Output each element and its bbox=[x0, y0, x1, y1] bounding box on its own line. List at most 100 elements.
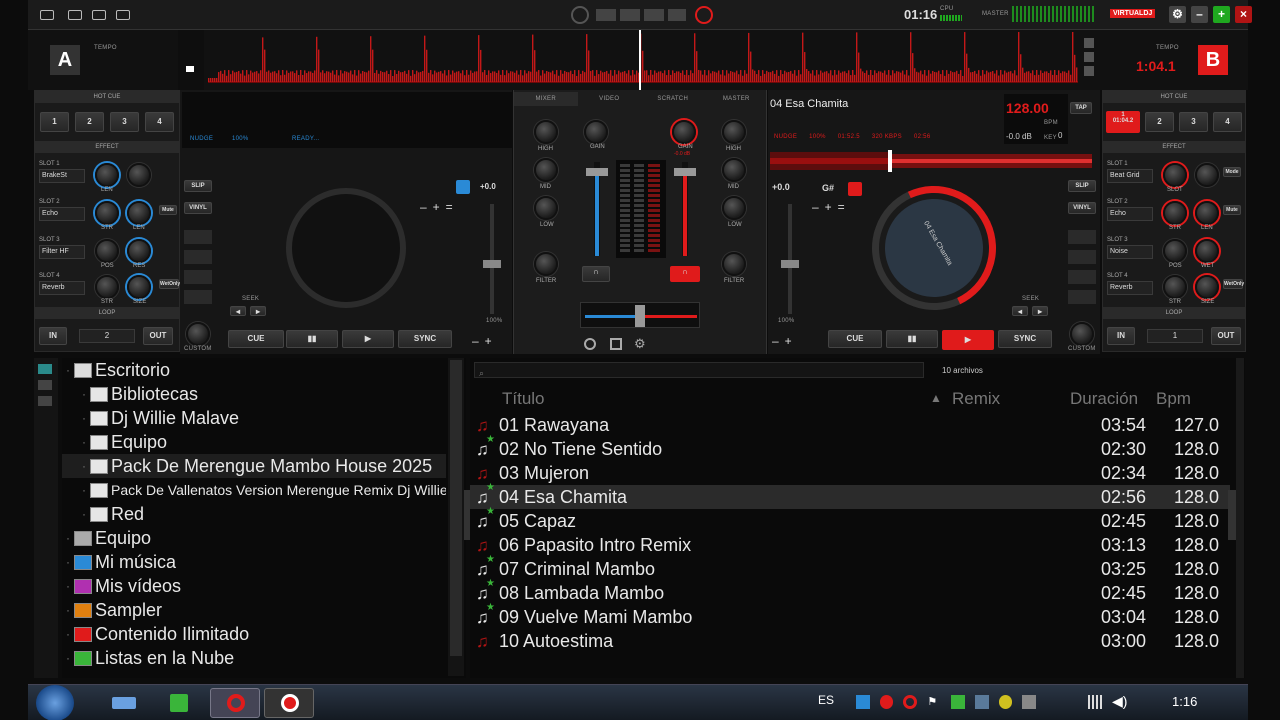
bluetooth-icon[interactable] bbox=[856, 695, 870, 709]
deck-b-hotcue-1-button[interactable]: 1 01:04.2 bbox=[1106, 111, 1140, 133]
minimize-icon[interactable]: – bbox=[1191, 6, 1208, 23]
seek-forward-button[interactable]: ▸ bbox=[250, 306, 266, 316]
mixer-grid-icon[interactable] bbox=[610, 338, 622, 350]
filter-a-knob[interactable] bbox=[534, 252, 558, 276]
taskbar-clock[interactable]: 1:16 bbox=[1172, 694, 1197, 709]
deck-b-hotcue-4-button[interactable]: 4 bbox=[1213, 112, 1242, 132]
deck-a-vinyl-button[interactable]: VINYL bbox=[184, 202, 212, 214]
hotcue-1-button[interactable]: 1 bbox=[40, 112, 69, 132]
folder-item[interactable]: · Red bbox=[62, 502, 446, 526]
deck-b-seek-forward-button[interactable]: ▸ bbox=[1032, 306, 1048, 316]
broadcast-icon[interactable] bbox=[40, 10, 54, 20]
close-icon[interactable]: × bbox=[1235, 6, 1252, 23]
tab-video[interactable]: VIDEO bbox=[578, 92, 642, 106]
taskbar-keyboard-app[interactable] bbox=[100, 688, 150, 718]
track-scrollbar[interactable] bbox=[1236, 358, 1244, 678]
deck-b-slot-3-knob-2[interactable] bbox=[1195, 239, 1219, 263]
slot-2-select[interactable]: Echo bbox=[39, 207, 85, 221]
deck-b-slip-button[interactable]: SLIP bbox=[1068, 180, 1096, 192]
deck-b-pause-button[interactable]: ▮▮ bbox=[886, 330, 938, 348]
deck-b-vinyl-button[interactable]: VINYL bbox=[1068, 202, 1096, 214]
mixer-settings-icon[interactable]: ⚙ bbox=[634, 336, 646, 352]
hotcue-2-button[interactable]: 2 bbox=[75, 112, 104, 132]
crossfader[interactable] bbox=[580, 302, 700, 328]
deck-b-play-button[interactable]: ▶ bbox=[942, 330, 994, 350]
taskbar-music-app[interactable] bbox=[154, 688, 204, 718]
folder-scrollbar[interactable] bbox=[448, 358, 464, 676]
eq-mid-a-knob[interactable] bbox=[534, 158, 558, 182]
power-icon[interactable] bbox=[695, 6, 713, 24]
deck-b-loop-in-button[interactable]: IN bbox=[1107, 327, 1135, 345]
track-row[interactable]: ♫ 01 Rawayana 03:54 127.0 bbox=[470, 413, 1230, 437]
folder-item[interactable]: · Escritorio bbox=[62, 358, 446, 382]
slot-2-knob-2[interactable] bbox=[127, 201, 151, 225]
deck-b-slot-4-select[interactable]: Reverb bbox=[1107, 281, 1153, 295]
record-tray-icon[interactable] bbox=[903, 695, 918, 709]
deck-a-pitch-buttons[interactable]: –+ bbox=[472, 334, 498, 348]
network-icon[interactable] bbox=[92, 10, 106, 20]
tab-mixer[interactable]: MIXER bbox=[514, 92, 578, 106]
signal-icon[interactable] bbox=[1088, 695, 1104, 709]
taskbar-recorder-app[interactable] bbox=[264, 688, 314, 718]
eq-low-a-knob[interactable] bbox=[534, 196, 558, 220]
deck-b-mini-waveform[interactable] bbox=[770, 148, 1096, 174]
deck-b-slot-1-knob[interactable] bbox=[1163, 163, 1187, 187]
flag-icon[interactable]: ⚑ bbox=[927, 695, 941, 709]
deck-b-slot-1-knob-2[interactable] bbox=[1195, 163, 1219, 187]
deck-b-pads[interactable] bbox=[1068, 230, 1096, 310]
volume-icon[interactable]: ◀) bbox=[1112, 693, 1127, 710]
track-row[interactable]: ♫ ★ 07 Criminal Mambo 03:25 128.0 bbox=[470, 554, 1230, 581]
slot-1-knob[interactable] bbox=[95, 163, 119, 187]
loop-out-button[interactable]: OUT bbox=[143, 327, 173, 345]
folder-item[interactable]: · Pack De Merengue Mambo House 2025 bbox=[62, 454, 446, 478]
slot-2-mute-button[interactable]: Mute bbox=[159, 205, 177, 215]
eq-mid-b-knob[interactable] bbox=[722, 158, 746, 182]
loop-in-button[interactable]: IN bbox=[39, 327, 67, 345]
deck-b-slot-4-knob-1[interactable] bbox=[1163, 275, 1187, 299]
slot-4-knob-1[interactable] bbox=[95, 275, 119, 299]
tap-button[interactable]: TAP bbox=[1070, 102, 1092, 114]
deck-a-cue-button[interactable]: CUE bbox=[228, 330, 284, 348]
deck-a-sync-button[interactable]: SYNC bbox=[398, 330, 452, 348]
deck-b-lock-icon[interactable] bbox=[848, 182, 862, 196]
usb-icon[interactable] bbox=[1022, 695, 1036, 709]
folder-item[interactable]: · Sampler bbox=[62, 598, 446, 622]
headphone-a-button[interactable]: ∩ bbox=[582, 266, 610, 282]
deck-b-slot-2-mute-button[interactable]: Mute bbox=[1223, 205, 1241, 215]
gain-a-knob[interactable] bbox=[584, 120, 608, 144]
track-row[interactable]: ♫ ★ 08 Lambada Mambo 02:45 128.0 bbox=[470, 578, 1230, 605]
slot-1-knob-2[interactable] bbox=[127, 163, 151, 187]
deck-b-loop-out-button[interactable]: OUT bbox=[1211, 327, 1241, 345]
deck-a-play-button[interactable]: ▶ bbox=[342, 330, 394, 348]
waveform-tools[interactable] bbox=[1084, 38, 1094, 84]
taskbar-virtualdj-app[interactable] bbox=[210, 688, 260, 718]
tab-scratch[interactable]: SCRATCH bbox=[641, 92, 705, 106]
folder-item[interactable]: · Dj Willie Malave bbox=[62, 406, 446, 430]
slot-3-knob-2[interactable] bbox=[127, 239, 151, 263]
deck-b-pitch-buttons[interactable]: –+ bbox=[772, 334, 798, 348]
deck-a-platter[interactable] bbox=[286, 188, 406, 308]
folder-item[interactable]: · Mis vídeos bbox=[62, 574, 446, 598]
slot-2-knob-1[interactable] bbox=[95, 201, 119, 225]
deck-b-platter[interactable]: 04 Esa Chamita bbox=[854, 168, 1014, 328]
gain-b-knob[interactable] bbox=[672, 120, 696, 144]
folder-item[interactable]: · Listas en la Nube bbox=[62, 646, 446, 670]
folder-item[interactable]: · Contenido Ilimitado bbox=[62, 622, 446, 646]
deck-b-custom-knob[interactable] bbox=[1070, 322, 1094, 346]
deck-b-slot-4-knob-2[interactable] bbox=[1195, 275, 1219, 299]
track-row[interactable]: ♫ 03 Mujeron 02:34 128.0 bbox=[470, 461, 1230, 485]
browser-filter-icon[interactable] bbox=[38, 396, 52, 406]
record-settings-icon[interactable] bbox=[116, 10, 130, 20]
deck-b-hotcue-3-button[interactable]: 3 bbox=[1179, 112, 1208, 132]
volume-b-fader[interactable] bbox=[674, 162, 696, 256]
slot-4-select[interactable]: Reverb bbox=[39, 281, 85, 295]
deck-b-loop-length[interactable]: 1 bbox=[1147, 329, 1203, 343]
folder-item[interactable]: · Mi música bbox=[62, 550, 446, 574]
deck-a-pitch-slider[interactable] bbox=[483, 204, 501, 314]
maximize-icon[interactable]: + bbox=[1213, 6, 1230, 23]
col-bpm[interactable]: Bpm bbox=[1156, 389, 1191, 409]
hotcue-3-button[interactable]: 3 bbox=[110, 112, 139, 132]
folder-item[interactable]: · Equipo bbox=[62, 430, 446, 454]
mixer-rec-icon[interactable] bbox=[584, 338, 596, 350]
track-row[interactable]: ♫ ★ 05 Capaz 02:45 128.0 bbox=[470, 506, 1230, 533]
